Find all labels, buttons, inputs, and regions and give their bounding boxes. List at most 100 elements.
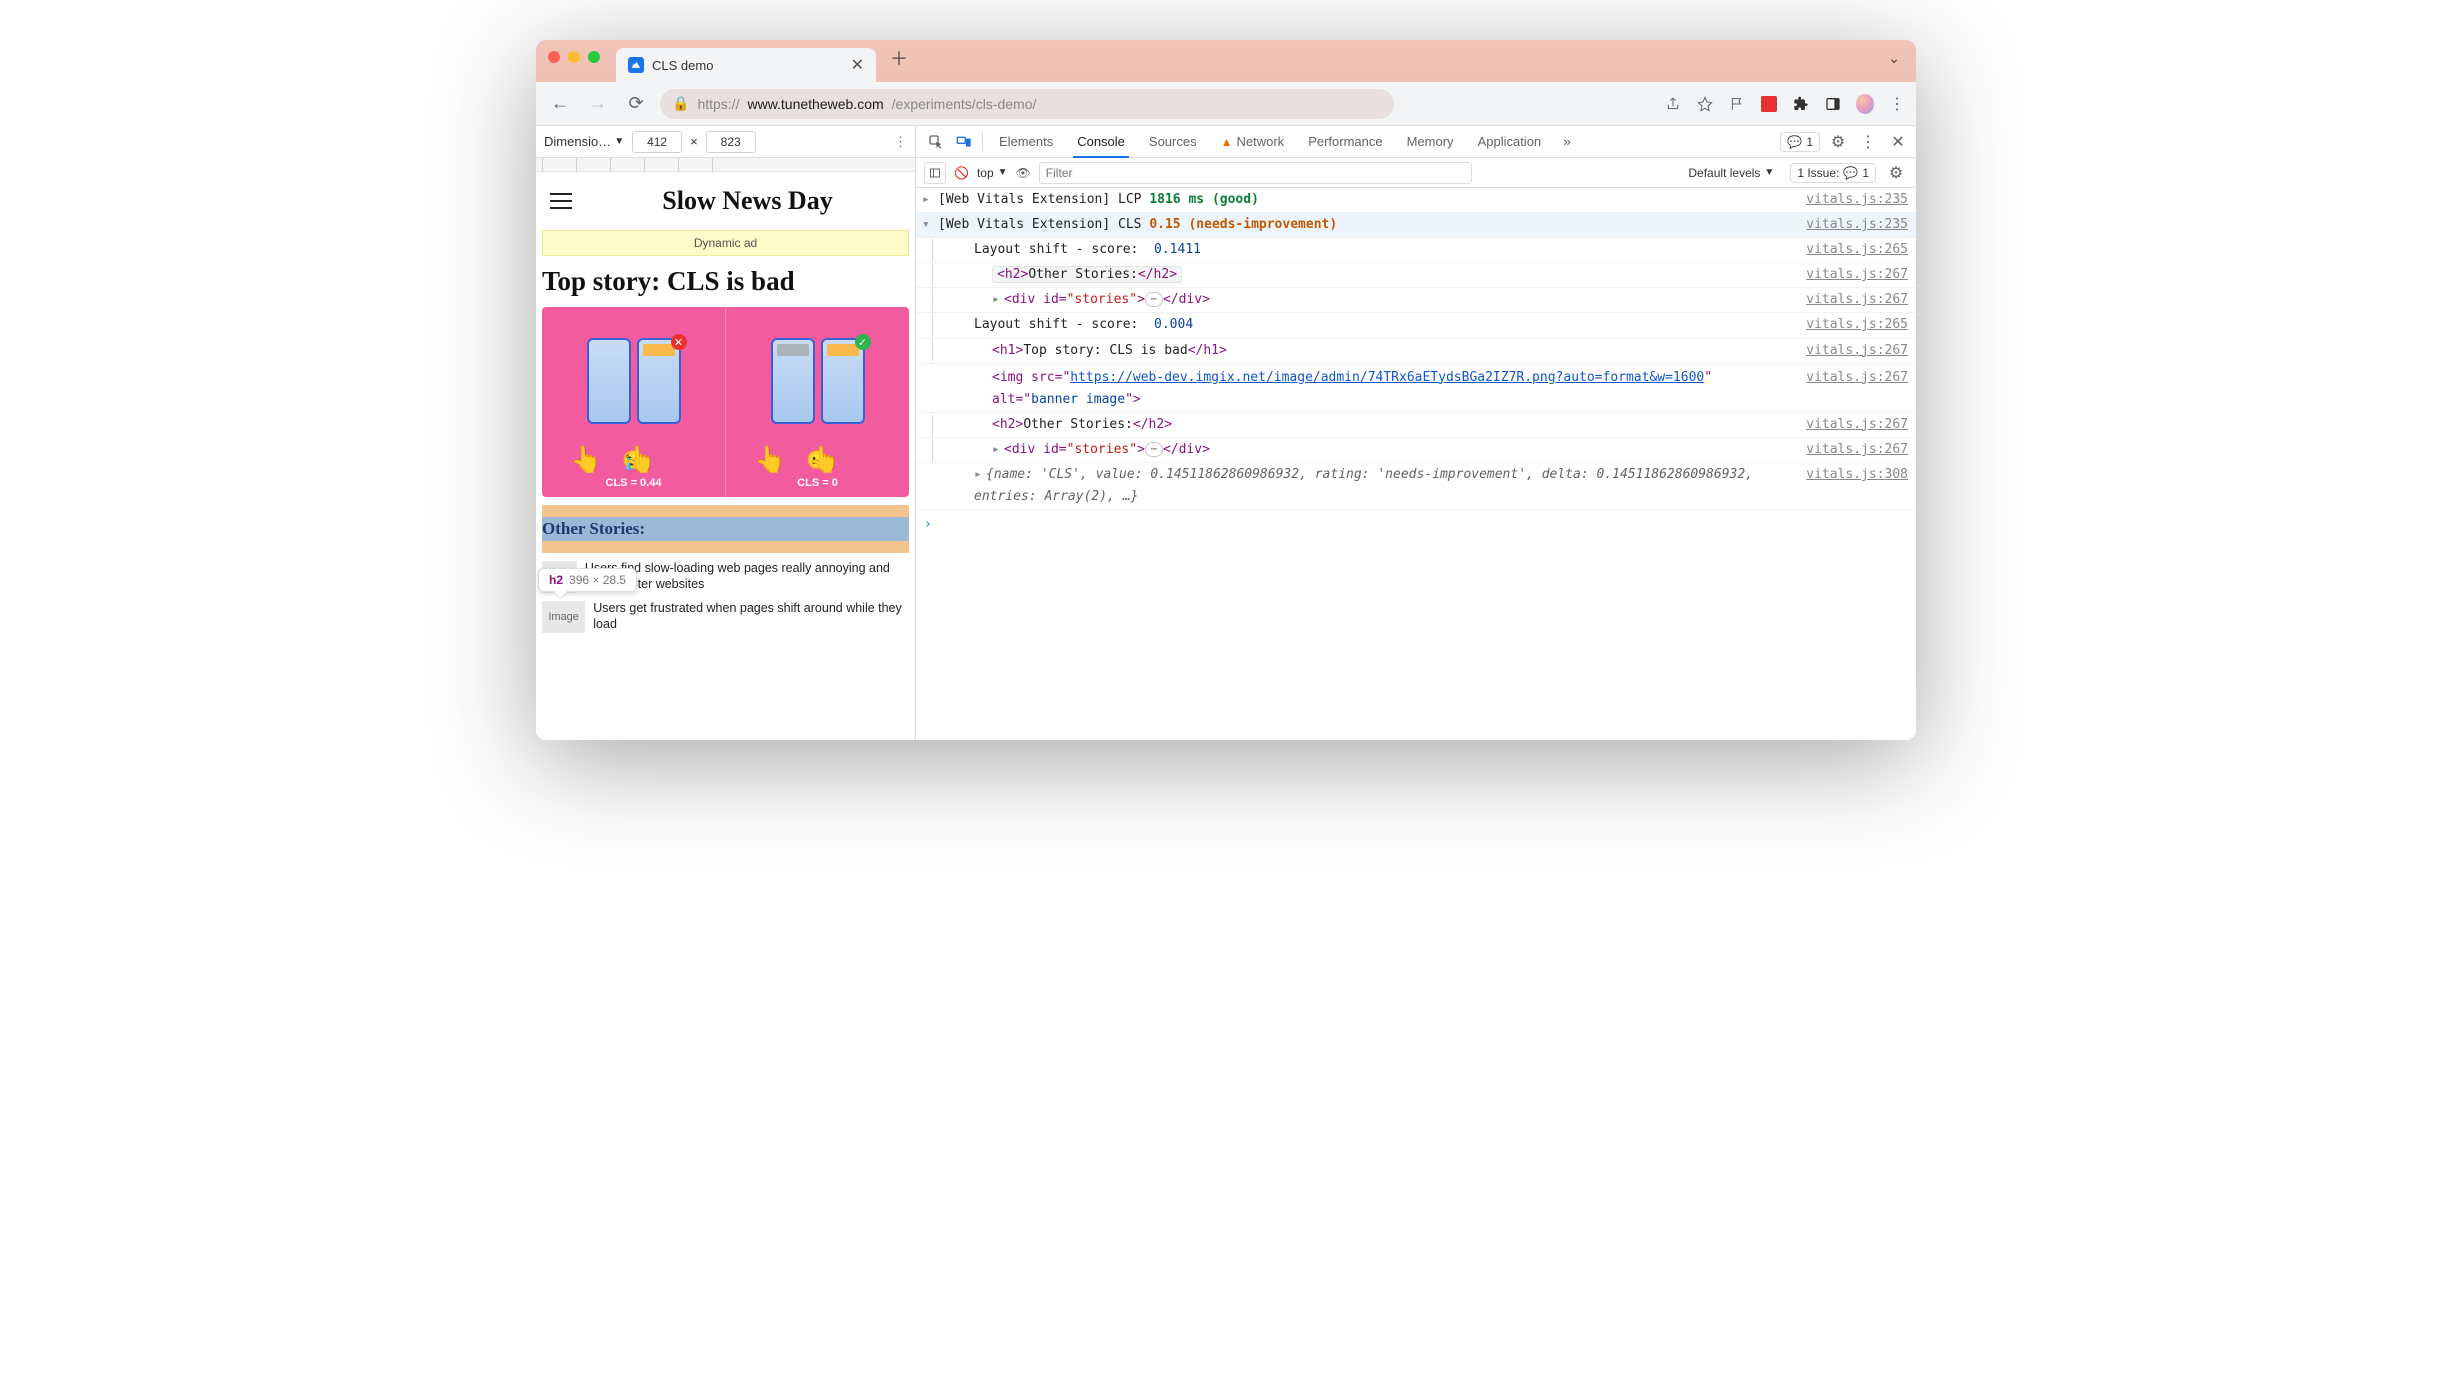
source-link[interactable]: vitals.js:308 [1794,464,1908,486]
expand-caret-icon[interactable]: ▸ [992,439,1004,461]
lock-icon: 🔒 [672,95,689,112]
devtools-pane: Elements Console Sources ▲Network Perfor… [916,126,1916,740]
extensions-icon[interactable] [1792,95,1810,113]
tooltip-tag: h2 [549,573,563,587]
flag-icon[interactable] [1728,95,1746,113]
profile-avatar-icon[interactable] [1856,95,1874,113]
ellipsis-icon[interactable]: ⋯ [1145,442,1163,457]
tab-network[interactable]: ▲Network [1209,126,1297,157]
source-link[interactable]: vitals.js:267 [1794,367,1908,389]
source-link[interactable]: vitals.js:267 [1794,414,1908,436]
tab-memory[interactable]: Memory [1395,126,1466,157]
console-row[interactable]: vitals.js:267<img src="https://web-dev.i… [916,364,1916,413]
window-controls [548,51,600,63]
device-menu-button[interactable]: ⋮ [894,134,907,150]
other-stories-heading: Other Stories: [542,517,909,541]
console-row[interactable]: ▾ [Web Vitals Extension] CLS 0.15 (needs… [916,213,1916,238]
live-expression-icon[interactable]: 👁 [1016,166,1031,180]
hand-icon: 👆 [808,444,840,475]
tab-close-button[interactable]: ✕ [851,55,864,75]
titlebar: CLS demo ✕ ＋ ⌄ [536,40,1916,82]
devtools-close-icon[interactable]: ✕ [1886,132,1910,152]
chat-icon: 💬 [1843,166,1858,180]
hamburger-icon[interactable] [550,193,572,209]
ellipsis-icon[interactable]: ⋯ [1145,292,1163,307]
tab-favicon [628,57,644,73]
tooltip-size: 396 × 28.5 [569,573,626,587]
console-row[interactable]: <h2>Other Stories:</h2> vitals.js:267 [916,413,1916,438]
expand-caret-icon[interactable]: ▸ [974,464,986,486]
collapse-caret-icon[interactable]: ▾ [922,214,938,236]
filter-input[interactable] [1039,162,1472,184]
inspect-icon[interactable] [922,126,950,157]
context-selector[interactable]: top▼ [977,166,1008,180]
log-levels-selector[interactable]: Default levels▼ [1688,166,1774,180]
forward-button[interactable]: → [584,90,612,118]
bookmark-star-icon[interactable] [1696,95,1714,113]
console-row[interactable]: <h1>Top story: CLS is bad</h1> vitals.js… [916,339,1916,364]
source-link[interactable]: vitals.js:235 [1794,214,1908,236]
issues-link[interactable]: 1 Issue:💬1 [1790,163,1876,183]
console-row[interactable]: ▸<div id="stories">⋯</div> vitals.js:267 [916,438,1916,463]
reload-button[interactable]: ⟳ [622,90,650,118]
source-link[interactable]: vitals.js:235 [1794,189,1908,211]
url-toolbar: ← → ⟳ 🔒 https://www.tunetheweb.com/exper… [536,82,1916,126]
back-button[interactable]: ← [546,90,574,118]
expand-caret-icon[interactable]: ▸ [992,289,1004,311]
cls-bad-label: CLS = 0.44 [606,477,662,489]
warning-icon: ▲ [1221,135,1233,149]
url-link[interactable]: https://web-dev.imgix.net/image/admin/74… [1070,370,1704,385]
settings-icon[interactable]: ⚙ [1826,132,1850,152]
source-link[interactable]: vitals.js:265 [1794,314,1908,336]
tabs-overflow-icon[interactable]: » [1553,126,1581,157]
height-input[interactable] [706,131,756,153]
tab-elements[interactable]: Elements [987,126,1065,157]
extension-red-icon[interactable] [1760,95,1778,113]
side-panel-icon[interactable] [1824,95,1842,113]
devtools-menu-icon[interactable]: ⋮ [1856,132,1880,152]
times-label: × [690,134,698,149]
source-link[interactable]: vitals.js:267 [1794,264,1908,286]
browser-menu-icon[interactable]: ⋮ [1888,95,1906,113]
console-row[interactable]: <h2>Other Stories:</h2> vitals.js:267 [916,263,1916,288]
console-settings-icon[interactable]: ⚙ [1884,163,1908,183]
maximize-window-button[interactable] [588,51,600,63]
console-row[interactable]: ▸<div id="stories">⋯</div> vitals.js:267 [916,288,1916,313]
banner-image: ✕ 👆 👆 😭 CLS = 0.44 ✓ 👆 👆 [542,307,909,497]
console-row[interactable]: vitals.js:308▸{name: 'CLS', value: 0.145… [916,463,1916,510]
device-select-label: Dimensio… [544,134,611,149]
url-path: /experiments/cls-demo/ [892,96,1037,112]
console-row[interactable]: ▸ [Web Vitals Extension] LCP 1816 ms (go… [916,188,1916,213]
x-mark-icon: ✕ [671,334,687,350]
device-select[interactable]: Dimensio… ▼ [544,134,624,149]
minimize-window-button[interactable] [568,51,580,63]
ruler [536,158,915,172]
issues-chip[interactable]: 💬1 [1780,132,1820,152]
tab-performance[interactable]: Performance [1296,126,1394,157]
expand-caret-icon[interactable]: ▸ [922,189,938,211]
browser-tab[interactable]: CLS demo ✕ [616,48,876,82]
tab-sources[interactable]: Sources [1137,126,1209,157]
source-link[interactable]: vitals.js:267 [1794,289,1908,311]
address-bar[interactable]: 🔒 https://www.tunetheweb.com/experiments… [660,89,1394,119]
width-input[interactable] [632,131,682,153]
device-toggle-icon[interactable] [950,126,978,157]
tab-application[interactable]: Application [1466,126,1554,157]
phone-icon: ✕ [637,338,681,424]
source-link[interactable]: vitals.js:267 [1794,439,1908,461]
toolbar-icons: ⋮ [1664,95,1906,113]
chevron-down-icon: ▼ [1764,167,1774,178]
console-row[interactable]: Layout shift - score: 0.004 vitals.js:26… [916,313,1916,338]
close-window-button[interactable] [548,51,560,63]
console-sidebar-toggle[interactable] [924,162,946,184]
clear-console-icon[interactable]: 🚫 [954,166,969,180]
hand-icon: 👆 [754,444,786,475]
source-link[interactable]: vitals.js:265 [1794,239,1908,261]
new-tab-button[interactable]: ＋ [876,45,922,71]
share-icon[interactable] [1664,95,1682,113]
console-prompt[interactable]: › [916,510,1916,540]
tabs-overflow-button[interactable]: ⌄ [1884,46,1904,71]
console-row[interactable]: Layout shift - score: 0.1411 vitals.js:2… [916,238,1916,263]
source-link[interactable]: vitals.js:267 [1794,340,1908,362]
tab-console[interactable]: Console [1065,126,1137,157]
